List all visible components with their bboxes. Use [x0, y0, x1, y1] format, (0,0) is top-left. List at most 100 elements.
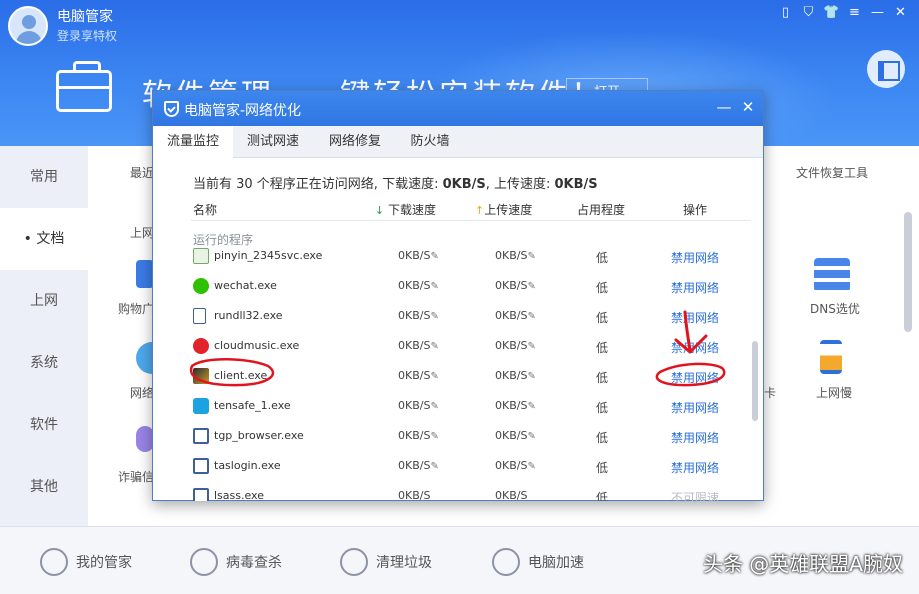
bottom-clean-junk[interactable]: 清理垃圾 — [340, 547, 432, 577]
tool-network-label: 网络 — [130, 384, 154, 401]
tab-firewall[interactable]: 防火墙 — [397, 126, 463, 158]
tab-speed-test[interactable]: 测试网速 — [233, 126, 313, 158]
disable-network-link[interactable]: 禁用网络 — [671, 399, 719, 416]
download-speed: 0KB/S✎ — [398, 309, 439, 322]
disable-network-link[interactable]: 禁用网络 — [671, 429, 719, 446]
dialog-minimize-icon[interactable]: — — [715, 98, 733, 116]
upload-speed: 0KB/S✎ — [495, 369, 536, 382]
pencil-icon: ✎ — [527, 311, 535, 322]
program-name: lsass.exe — [214, 489, 264, 501]
table-row: wechat.exe 0KB/S✎ 0KB/S✎ 低 禁用网络 — [153, 271, 751, 301]
tool-dns-label: DNS选优 — [810, 300, 860, 317]
menu-icon[interactable]: ≡ — [846, 4, 863, 21]
program-name: wechat.exe — [214, 279, 277, 292]
bottom-label: 病毒查杀 — [226, 552, 282, 572]
pencil-icon: ✎ — [527, 281, 535, 292]
table-row: tensafe_1.exe 0KB/S✎ 0KB/S✎ 低 禁用网络 — [153, 391, 751, 421]
watermark: 头条 @英雄联盟A腕奴 — [703, 548, 903, 577]
virus-scan-icon — [190, 548, 218, 576]
sidebar-item-internet[interactable]: 上网 — [0, 270, 88, 332]
dialog-titlebar[interactable]: 电脑管家-网络优化 — ✕ — [153, 91, 763, 126]
upload-speed: 0KB/S✎ — [495, 279, 536, 292]
close-icon[interactable]: ✕ — [892, 4, 909, 21]
window-app-icon — [193, 428, 209, 444]
disable-network-link[interactable]: 禁用网络 — [671, 249, 719, 266]
program-name: cloudmusic.exe — [214, 339, 299, 352]
disable-network-link[interactable]: 禁用网络 — [671, 309, 719, 326]
sidebar-item-documents[interactable]: • 文档 — [0, 208, 88, 270]
bottom-my-manager[interactable]: 我的管家 — [40, 547, 132, 577]
broom-icon — [340, 548, 368, 576]
pinyin-app-icon — [193, 248, 209, 264]
exit-icon[interactable] — [867, 50, 905, 88]
dns-tool-icon[interactable] — [814, 258, 850, 292]
toolbox-icon — [56, 70, 112, 112]
disable-network-link[interactable]: 禁用网络 — [671, 459, 719, 476]
column-name[interactable]: 名称 — [193, 201, 217, 218]
bottom-label: 清理垃圾 — [376, 552, 432, 572]
main-scrollbar[interactable] — [904, 212, 912, 332]
down-arrow-icon: ↓ — [375, 204, 384, 217]
table-row: lsass.exe 0KB/S 0KB/S 低 不可限速 — [153, 481, 751, 501]
column-occupancy[interactable]: 占用程度 — [577, 201, 625, 218]
user-manager-icon — [40, 548, 68, 576]
summary-upload: 0KB/S — [555, 177, 598, 192]
table-row: taslogin.exe 0KB/S✎ 0KB/S✎ 低 禁用网络 — [153, 451, 751, 481]
tool-extra-label: 卡 — [764, 384, 776, 401]
column-upload[interactable]: ↑上传速度 — [475, 201, 532, 218]
occupancy-level: 低 — [596, 339, 608, 356]
disable-network-link[interactable]: 禁用网络 — [671, 339, 719, 356]
title-bar-icons: ▯ ⛉ 👕 ≡ — ✕ — [777, 4, 909, 21]
bottom-label: 电脑加速 — [528, 552, 584, 572]
dialog-title: 电脑管家-网络优化 — [184, 100, 301, 120]
skin-shirt-icon[interactable]: 👕 — [823, 4, 840, 21]
hourglass-icon[interactable] — [820, 340, 842, 374]
download-speed: 0KB/S✎ — [398, 249, 439, 262]
column-download[interactable]: ↓ 下载速度 — [375, 201, 436, 218]
dialog-tabs: 流量监控 测试网速 网络修复 防火墙 — [153, 126, 763, 158]
tool-slow-label: 上网慢 — [816, 384, 852, 401]
occupancy-level: 低 — [596, 489, 608, 501]
phone-icon[interactable]: ▯ — [777, 4, 794, 21]
tab-network-repair[interactable]: 网络修复 — [313, 126, 397, 158]
table-row: client.exe 0KB/S✎ 0KB/S✎ 低 禁用网络 — [153, 361, 751, 391]
header-divider — [191, 220, 751, 221]
disable-network-link[interactable]: 禁用网络 — [671, 369, 719, 386]
sidebar: 常用 • 文档 上网 系统 软件 其他 — [0, 146, 88, 526]
bottom-speedup[interactable]: 电脑加速 — [492, 547, 584, 577]
bottom-virus-scan[interactable]: 病毒查杀 — [190, 547, 282, 577]
download-speed: 0KB/S✎ — [398, 459, 439, 472]
avatar[interactable] — [8, 6, 48, 46]
sidebar-item-other[interactable]: 其他 — [0, 456, 88, 518]
upload-speed: 0KB/S — [495, 489, 527, 501]
pencil-icon: ✎ — [430, 371, 438, 382]
column-action: 操作 — [683, 201, 707, 218]
program-name: pinyin_2345svc.exe — [214, 249, 322, 262]
file-icon — [193, 308, 206, 324]
sidebar-item-common[interactable]: 常用 — [0, 146, 88, 208]
dialog-scrollbar[interactable] — [752, 341, 758, 421]
program-name: tensafe_1.exe — [214, 399, 291, 412]
sidebar-item-system[interactable]: 系统 — [0, 332, 88, 394]
program-name: rundll32.exe — [214, 309, 283, 322]
dialog-close-icon[interactable]: ✕ — [739, 98, 757, 116]
app-title: 电脑管家 — [57, 6, 113, 26]
shield-badge-icon[interactable]: ⛉ — [800, 4, 817, 21]
netease-music-icon — [193, 338, 209, 354]
disable-network-link[interactable]: 禁用网络 — [671, 279, 719, 296]
traffic-summary: 当前有 30 个程序正在访问网络, 下载速度: 0KB/S, 上传速度: 0KB… — [193, 173, 598, 192]
sidebar-item-software[interactable]: 软件 — [0, 394, 88, 456]
upload-speed: 0KB/S✎ — [495, 309, 536, 322]
no-limit-label: 不可限速 — [671, 489, 719, 501]
window-app-icon — [193, 488, 209, 501]
tool-recent-label: 最近 — [130, 164, 154, 181]
minimize-icon[interactable]: — — [869, 4, 886, 21]
login-link[interactable]: 登录享特权 — [57, 27, 117, 44]
pencil-icon: ✎ — [527, 341, 535, 352]
wechat-icon — [193, 278, 209, 294]
summary-download: 0KB/S — [443, 177, 486, 192]
download-speed: 0KB/S✎ — [398, 279, 439, 292]
section-shangwang-label: 上网 — [130, 224, 154, 241]
upload-speed: 0KB/S✎ — [495, 459, 536, 472]
tab-traffic-monitor[interactable]: 流量监控 — [153, 126, 233, 159]
